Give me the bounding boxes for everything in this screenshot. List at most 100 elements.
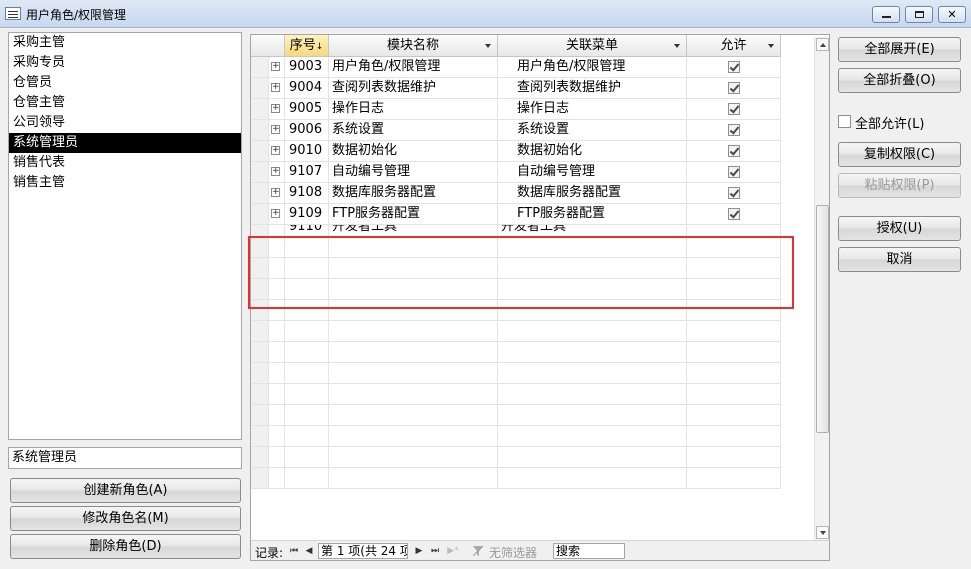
allow-checkbox[interactable] — [728, 103, 740, 115]
table-row[interactable]: +9010 数据初始化 数据初始化 — [251, 141, 781, 162]
module-cell[interactable]: 数据库服务器配置 — [329, 183, 498, 203]
menu-cell[interactable]: 操作日志 — [498, 99, 687, 119]
row-selector[interactable] — [251, 225, 269, 236]
role-item-selected[interactable]: 系统管理员 — [9, 133, 241, 153]
expand-all-button[interactable]: 全部展开(E) — [838, 37, 961, 62]
module-cell[interactable]: 数据初始化 — [329, 141, 498, 161]
close-button[interactable]: ✕ — [938, 6, 966, 23]
module-cell[interactable]: 系统设置 — [329, 120, 498, 140]
menu-cell[interactable]: 开发者工具 — [498, 225, 687, 236]
expand-row-button[interactable]: + — [269, 57, 285, 77]
vertical-scrollbar[interactable] — [814, 37, 829, 540]
menu-cell[interactable]: 数据初始化 — [498, 141, 687, 161]
menu-cell[interactable]: 数据库服务器配置 — [498, 183, 687, 203]
allow-checkbox[interactable] — [728, 166, 740, 178]
seq-cell[interactable]: 9006 — [285, 120, 329, 140]
cancel-button[interactable]: 取消 — [838, 247, 961, 272]
module-cell[interactable]: FTP服务器配置 — [329, 204, 498, 224]
next-record-icon[interactable]: ▶ — [413, 544, 425, 558]
role-item[interactable]: 仓管员 — [9, 73, 241, 93]
role-item[interactable]: 公司领导 — [9, 113, 241, 133]
expand-row-button[interactable]: + — [269, 162, 285, 182]
seq-cell[interactable]: 9005 — [285, 99, 329, 119]
rename-role-button[interactable]: 修改角色名(M) — [10, 506, 241, 531]
filter-status[interactable]: 无筛选器 — [489, 544, 537, 560]
column-header-menu[interactable]: 关联菜单 — [498, 35, 687, 57]
row-selector[interactable] — [251, 120, 269, 140]
table-row[interactable]: +9004 查阅列表数据维护 查阅列表数据维护 — [251, 78, 781, 99]
role-item[interactable]: 销售代表 — [9, 153, 241, 173]
scroll-up-button[interactable] — [816, 38, 829, 51]
record-position-field[interactable]: 第 1 项(共 24 项 — [318, 543, 408, 559]
module-cell[interactable]: 自动编号管理 — [329, 162, 498, 182]
menu-cell[interactable]: 查阅列表数据维护 — [498, 78, 687, 98]
row-selector[interactable] — [251, 162, 269, 182]
paste-permissions-button[interactable]: 粘贴权限(P) — [838, 173, 961, 198]
row-selector[interactable] — [251, 57, 269, 77]
minimize-button[interactable] — [872, 6, 900, 23]
table-row-partial[interactable]: 9110 开发者工具 开发者工具 — [251, 225, 781, 237]
restore-button[interactable] — [905, 6, 933, 23]
role-list[interactable]: 采购主管 采购专员 仓管员 仓管主管 公司领导 系统管理员 销售代表 销售主管 — [8, 32, 242, 440]
menu-cell[interactable]: FTP服务器配置 — [498, 204, 687, 224]
collapse-all-button[interactable]: 全部折叠(O) — [838, 68, 961, 93]
last-record-icon[interactable]: ⏭ — [429, 544, 441, 558]
allow-checkbox[interactable] — [728, 187, 740, 199]
expand-row-button[interactable]: + — [269, 120, 285, 140]
expand-row-button[interactable]: + — [269, 78, 285, 98]
expand-row-button[interactable]: + — [269, 141, 285, 161]
menu-cell[interactable]: 用户角色/权限管理 — [498, 57, 687, 77]
seq-cell[interactable]: 9010 — [285, 141, 329, 161]
module-cell[interactable]: 查阅列表数据维护 — [329, 78, 498, 98]
expand-row-button[interactable]: + — [269, 183, 285, 203]
seq-cell[interactable]: 9107 — [285, 162, 329, 182]
seq-cell[interactable]: 9109 — [285, 204, 329, 224]
module-cell[interactable]: 开发者工具 — [329, 225, 498, 236]
allow-checkbox[interactable] — [728, 208, 740, 220]
allow-checkbox[interactable] — [728, 145, 740, 157]
role-item[interactable]: 采购主管 — [9, 33, 241, 53]
seq-cell[interactable]: 9110 — [285, 225, 329, 236]
search-field[interactable]: 搜索 — [553, 543, 625, 559]
first-record-icon[interactable]: ⏮ — [288, 544, 300, 558]
scroll-thumb[interactable] — [816, 205, 829, 433]
role-name-field[interactable]: 系统管理员 — [8, 447, 242, 469]
menu-cell[interactable]: 系统设置 — [498, 120, 687, 140]
role-item[interactable]: 仓管主管 — [9, 93, 241, 113]
seq-cell[interactable]: 9108 — [285, 183, 329, 203]
row-selector[interactable] — [251, 78, 269, 98]
expand-row-button[interactable]: + — [269, 204, 285, 224]
column-header-seq[interactable]: 序号↓ — [285, 35, 329, 57]
seq-cell[interactable]: 9003 — [285, 57, 329, 77]
column-header-module[interactable]: 模块名称 — [329, 35, 498, 57]
table-row[interactable]: +9006 系统设置 系统设置 — [251, 120, 781, 141]
allow-checkbox[interactable] — [728, 61, 740, 73]
create-role-button[interactable]: 创建新角色(A) — [10, 478, 241, 503]
row-selector[interactable] — [251, 99, 269, 119]
column-header-allow[interactable]: 允许 — [687, 35, 781, 57]
allow-checkbox[interactable] — [728, 124, 740, 136]
row-selector[interactable] — [251, 183, 269, 203]
module-cell[interactable]: 用户角色/权限管理 — [329, 57, 498, 77]
table-row[interactable]: +9108 数据库服务器配置 数据库服务器配置 — [251, 183, 781, 204]
copy-permissions-button[interactable]: 复制权限(C) — [838, 142, 961, 167]
delete-role-button[interactable]: 删除角色(D) — [10, 534, 241, 559]
expand-row-button[interactable]: + — [269, 99, 285, 119]
role-item[interactable]: 销售主管 — [9, 173, 241, 193]
table-row[interactable]: +9109 FTP服务器配置 FTP服务器配置 — [251, 204, 781, 225]
expand-row-button[interactable] — [269, 225, 285, 236]
row-selector[interactable] — [251, 141, 269, 161]
seq-cell[interactable]: 9004 — [285, 78, 329, 98]
previous-record-icon[interactable]: ◀ — [303, 544, 315, 558]
row-selector[interactable] — [251, 204, 269, 224]
allow-all-checkbox[interactable] — [838, 115, 851, 128]
menu-cell[interactable]: 自动编号管理 — [498, 162, 687, 182]
module-cell[interactable]: 操作日志 — [329, 99, 498, 119]
allow-checkbox[interactable] — [728, 82, 740, 94]
table-row[interactable]: +9005 操作日志 操作日志 — [251, 99, 781, 120]
authorize-button[interactable]: 授权(U) — [838, 216, 961, 241]
table-row[interactable]: +9107 自动编号管理 自动编号管理 — [251, 162, 781, 183]
select-all-corner[interactable] — [251, 35, 285, 57]
table-row[interactable]: +9003 用户角色/权限管理 用户角色/权限管理 — [251, 57, 781, 78]
role-item[interactable]: 采购专员 — [9, 53, 241, 73]
